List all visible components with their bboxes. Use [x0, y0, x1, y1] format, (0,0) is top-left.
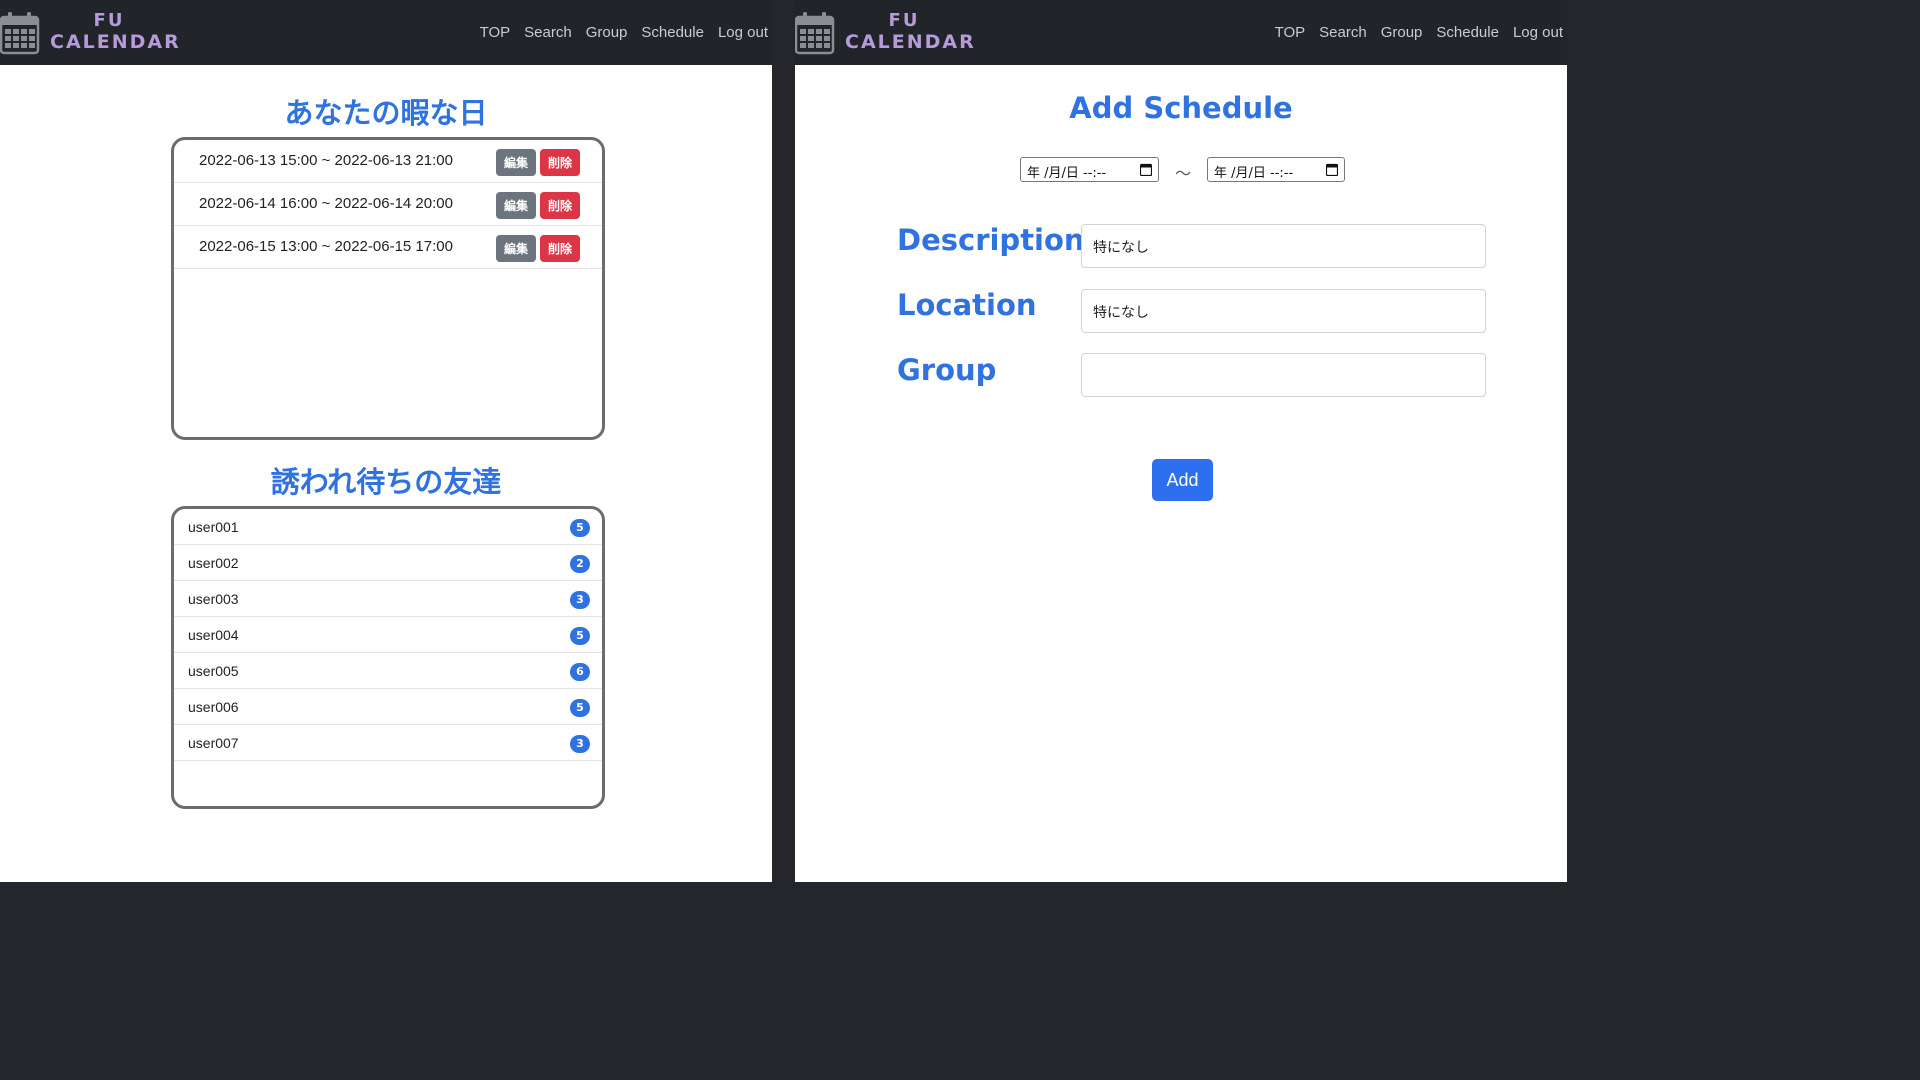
nav-group[interactable]: Group: [1381, 24, 1423, 41]
friend-row[interactable]: user002 2: [174, 545, 602, 581]
count-badge: 5: [570, 699, 590, 717]
location-input[interactable]: 特になし: [1081, 289, 1486, 333]
free-days-title: あなたの暇な日: [284, 96, 488, 130]
count-badge: 3: [570, 591, 590, 609]
left-panel: FU CALENDAR TOP Search Group Schedule Lo…: [0, 0, 772, 882]
brand-text: FU CALENDAR: [50, 11, 181, 54]
count-badge: 5: [570, 627, 590, 645]
brand-line1: FU: [888, 10, 920, 31]
free-day-text: 2022-06-15 13:00 ~ 2022-06-15 17:00: [199, 238, 453, 255]
edit-button[interactable]: 編集: [496, 149, 536, 176]
nav-group[interactable]: Group: [586, 24, 628, 41]
calendar-picker-icon[interactable]: [1139, 163, 1153, 180]
friend-name: user001: [188, 519, 239, 535]
count-badge: 2: [570, 555, 590, 573]
edit-button[interactable]: 編集: [496, 192, 536, 219]
edit-button[interactable]: 編集: [496, 235, 536, 262]
friend-name: user005: [188, 663, 239, 679]
free-days-list: 2022-06-13 15:00 ~ 2022-06-13 21:00 編集 削…: [171, 137, 605, 440]
nav-logout[interactable]: Log out: [718, 24, 768, 41]
nav-schedule[interactable]: Schedule: [1436, 24, 1499, 41]
nav-search[interactable]: Search: [1319, 24, 1367, 41]
group-input[interactable]: [1081, 353, 1486, 397]
brand-logo[interactable]: FU CALENDAR: [795, 8, 974, 58]
friend-name: user004: [188, 627, 239, 643]
calendar-icon: [795, 11, 835, 55]
friend-name: user006: [188, 699, 239, 715]
navbar: FU CALENDAR TOP Search Group Schedule Lo…: [795, 0, 1567, 65]
friend-name: user002: [188, 555, 239, 571]
navbar: FU CALENDAR TOP Search Group Schedule Lo…: [0, 0, 772, 65]
friend-row[interactable]: user004 5: [174, 617, 602, 653]
description-label: Description: [897, 223, 1085, 257]
free-day-row: 2022-06-14 16:00 ~ 2022-06-14 20:00 編集 削…: [174, 183, 602, 226]
count-badge: 6: [570, 663, 590, 681]
brand-line1: FU: [93, 10, 125, 31]
nav-links: TOP Search Group Schedule Log out: [466, 0, 768, 65]
free-day-row: 2022-06-15 13:00 ~ 2022-06-15 17:00 編集 削…: [174, 226, 602, 269]
calendar-icon: [0, 11, 40, 55]
group-label: Group: [897, 353, 997, 387]
description-input[interactable]: 特になし: [1081, 224, 1486, 268]
right-panel: FU CALENDAR TOP Search Group Schedule Lo…: [795, 0, 1567, 882]
calendar-picker-icon[interactable]: [1325, 163, 1339, 180]
count-badge: 5: [570, 519, 590, 537]
delete-button[interactable]: 削除: [540, 235, 580, 262]
brand-line2: CALENDAR: [50, 31, 181, 53]
add-button[interactable]: Add: [1152, 459, 1213, 501]
brand-line2: CALENDAR: [845, 31, 976, 53]
brand-text: FU CALENDAR: [845, 11, 976, 54]
friends-title: 誘われ待ちの友達: [270, 465, 502, 499]
nav-top[interactable]: TOP: [1275, 24, 1306, 41]
free-day-row: 2022-06-13 15:00 ~ 2022-06-13 21:00 編集 削…: [174, 140, 602, 183]
page-title: Add Schedule: [1069, 91, 1293, 125]
start-datetime-input[interactable]: 年 /月/日 --:--: [1020, 157, 1159, 182]
friend-name: user007: [188, 735, 239, 751]
end-datetime-value: 年 /月/日 --:--: [1214, 166, 1294, 181]
start-datetime-value: 年 /月/日 --:--: [1027, 166, 1107, 181]
brand-logo[interactable]: FU CALENDAR: [0, 8, 179, 58]
nav-links: TOP Search Group Schedule Log out: [1261, 0, 1563, 65]
friend-row[interactable]: user006 5: [174, 689, 602, 725]
friend-name: user003: [188, 591, 239, 607]
free-day-text: 2022-06-14 16:00 ~ 2022-06-14 20:00: [199, 195, 453, 212]
location-label: Location: [897, 288, 1037, 322]
friend-row[interactable]: user001 5: [174, 509, 602, 545]
friends-list: user001 5 user002 2 user003 3 user004 5 …: [171, 506, 605, 809]
nav-top[interactable]: TOP: [480, 24, 511, 41]
end-datetime-input[interactable]: 年 /月/日 --:--: [1207, 157, 1345, 182]
nav-logout[interactable]: Log out: [1513, 24, 1563, 41]
count-badge: 3: [570, 735, 590, 753]
friend-row[interactable]: user007 3: [174, 725, 602, 761]
friend-row[interactable]: user005 6: [174, 653, 602, 689]
nav-schedule[interactable]: Schedule: [641, 24, 704, 41]
nav-search[interactable]: Search: [524, 24, 572, 41]
delete-button[interactable]: 削除: [540, 149, 580, 176]
friend-row[interactable]: user003 3: [174, 581, 602, 617]
free-day-text: 2022-06-13 15:00 ~ 2022-06-13 21:00: [199, 152, 453, 169]
date-range-separator: 〜: [1175, 164, 1192, 183]
delete-button[interactable]: 削除: [540, 192, 580, 219]
